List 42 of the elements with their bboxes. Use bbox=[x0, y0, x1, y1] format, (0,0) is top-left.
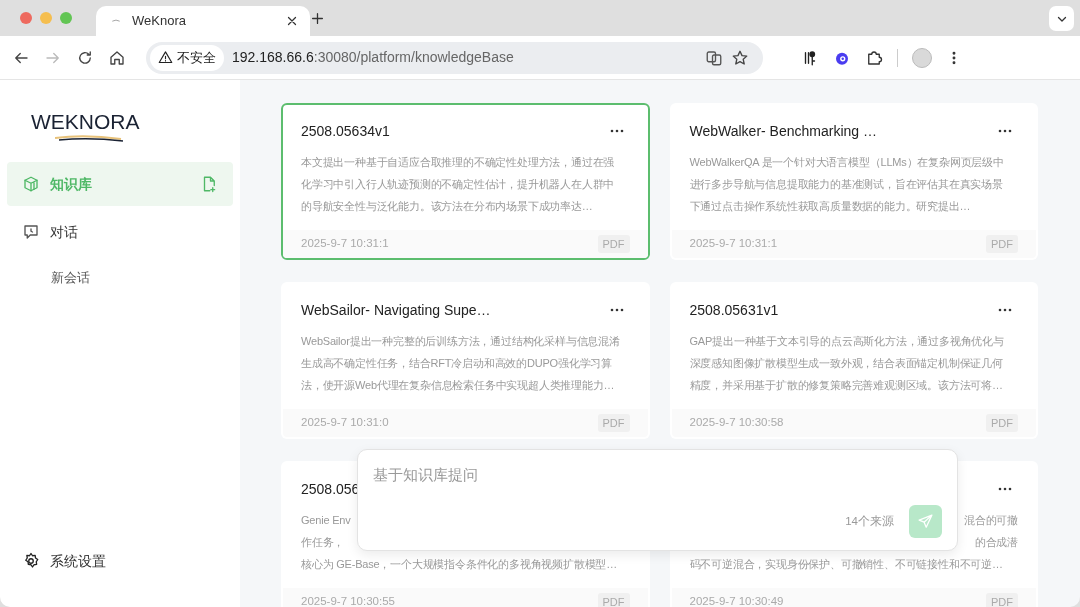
card-title: 2508.05631v1 bbox=[689, 300, 779, 320]
card-timestamp: 2025-9-7 10:31:1 bbox=[689, 236, 778, 252]
security-label: 不安全 bbox=[177, 48, 216, 67]
sidebar-label: 知识库 bbox=[50, 174, 93, 194]
tab-title: WeKnora bbox=[132, 12, 187, 31]
description-line: 进行多步导航与信息提取能力的基准测试，旨在评估其在真实场景 bbox=[689, 177, 1003, 192]
card-title: WebWalker- Benchmarking … bbox=[689, 121, 877, 141]
description-line: 化学习中引入行人轨迹预测的不确定性估计，提升机器人在人群中 bbox=[301, 177, 615, 192]
description-line: 下通过点击操作系统性获取高质量数据的能力。研究提出… bbox=[689, 199, 971, 214]
file-type-tag: PDF bbox=[597, 413, 630, 433]
description-line: 核心为 GE-Base，一个大规模指令条件化的多视角视频扩散模型… bbox=[301, 557, 618, 572]
description-line: 的导航安全性与泛化能力。该方法在分布内场景下成功率达… bbox=[301, 199, 593, 214]
description-line: 深度感知图像扩散模型生成一致外观，结合表面锚定机制保证几何 bbox=[689, 356, 1003, 371]
card-title: WebSailor- Navigating Supe… bbox=[301, 300, 491, 320]
description-line: 生成高不确定性任务，结合RFT冷启动和高效的DUPO强化学习算 bbox=[301, 356, 612, 371]
file-type-tag: PDF bbox=[597, 234, 630, 254]
description-line: 混合的可撤 bbox=[964, 513, 1018, 528]
logo: WEKNORA bbox=[31, 108, 140, 142]
description-line: 作任务， bbox=[301, 535, 345, 550]
source-count: 14个来源 bbox=[845, 513, 894, 529]
description-line: 的合成潜 bbox=[974, 535, 1018, 550]
description-line: 法，使开源Web代理在复杂信息检索任务中实现超人类推理能力… bbox=[301, 378, 615, 393]
description-line: 码不可逆混合，实现身份保护、可撤销性、不可链接性和不可逆… bbox=[689, 557, 1003, 572]
description-line: Genie Env bbox=[301, 513, 351, 528]
description-line: 本文提出一种基于自适应合取推理的不确定性处理方法，通过在强 bbox=[301, 155, 615, 170]
sidebar-label: 对话 bbox=[50, 222, 79, 242]
card-title: 2508.056 bbox=[301, 479, 360, 499]
card-title: 2508.05634v1 bbox=[301, 121, 390, 141]
description-line: WebSailor提出一种完整的后训练方法，通过结构化采样与信息混淆 bbox=[301, 334, 620, 349]
card-timestamp: 2025-9-7 10:31:0 bbox=[301, 415, 389, 431]
description-line: GAP提出一种基于文本引导的点云高斯化方法，通过多视角优化与 bbox=[689, 334, 1004, 349]
file-type-tag: PDF bbox=[986, 413, 1018, 433]
card-timestamp: 2025-9-7 10:30:58 bbox=[689, 415, 784, 431]
file-type-tag: PDF bbox=[597, 592, 630, 607]
file-type-tag: PDF bbox=[986, 234, 1018, 254]
url-text: 192.168.66.6:30080/platform/knowledgeBase bbox=[232, 48, 515, 67]
card-timestamp: 2025-9-7 10:31:1 bbox=[301, 236, 389, 252]
description-line: WebWalkerQA 是一个针对大语言模型（LLMs）在复杂网页层级中 bbox=[689, 155, 1004, 170]
card-timestamp: 2025-9-7 10:30:55 bbox=[301, 594, 395, 607]
card-timestamp: 2025-9-7 10:30:49 bbox=[689, 594, 784, 607]
description-line: 精度，并采用基于扩散的修复策略完善难观测区域。该方法可将… bbox=[689, 378, 1003, 393]
file-type-tag: PDF bbox=[986, 592, 1018, 607]
